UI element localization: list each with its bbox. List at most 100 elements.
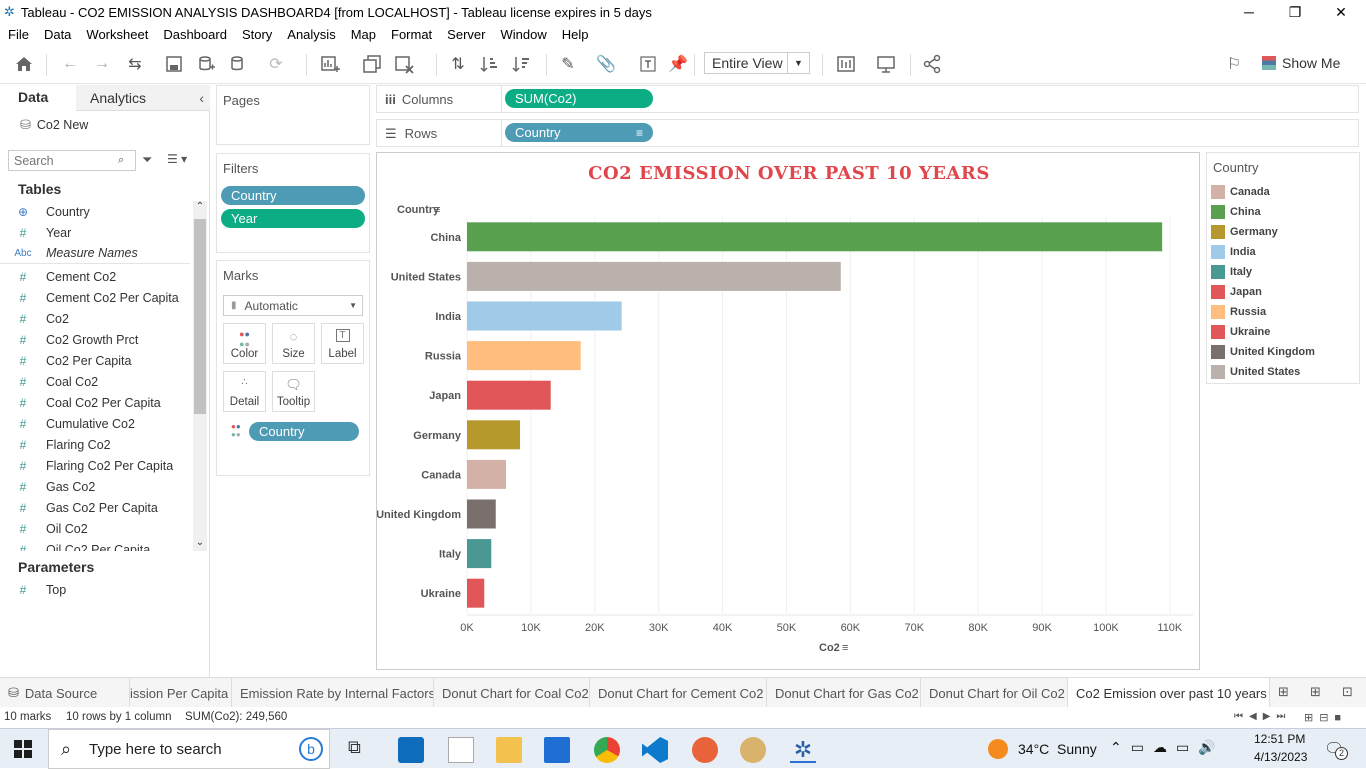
show-cards-icon[interactable]: [834, 52, 858, 76]
columns-shelf[interactable]: iii Columns SUM(Co2): [376, 85, 1359, 113]
sort-ascending-icon[interactable]: [478, 52, 502, 76]
new-worksheet-icon[interactable]: [318, 52, 342, 76]
mark-type-dropdown[interactable]: ▮ Automatic ▼: [223, 295, 363, 316]
menu-window[interactable]: Window: [492, 27, 553, 42]
swap-rows-columns-icon[interactable]: ⇅: [446, 52, 470, 76]
sheet-tab[interactable]: Donut Chart for Gas Co2: [767, 678, 921, 708]
sheet-tab[interactable]: ission Per Capita: [130, 678, 232, 708]
chrome-icon[interactable]: [594, 737, 620, 763]
fix-axes-icon[interactable]: 📌: [666, 52, 690, 76]
menu-data[interactable]: Data: [36, 27, 78, 42]
field-search[interactable]: ⌕: [8, 150, 136, 171]
vscode-icon[interactable]: [642, 737, 668, 763]
sheet-tab-active[interactable]: Co2 Emission over past 10 years: [1068, 678, 1270, 708]
menu-worksheet[interactable]: Worksheet: [78, 27, 155, 42]
y-tick-label[interactable]: Russia: [425, 351, 462, 363]
sheet-tab[interactable]: Emission Rate by Internal Factors: [232, 678, 434, 708]
bar-ukraine[interactable]: [467, 578, 485, 608]
legend-item-italy[interactable]: Italy: [1211, 264, 1252, 280]
menu-server[interactable]: Server: [439, 27, 492, 42]
new-dashboard-tab-icon[interactable]: ⊞: [1310, 684, 1321, 700]
scroll-thumb[interactable]: [194, 219, 206, 414]
x-axis-sort-icon[interactable]: ≡: [842, 642, 848, 654]
tab-data-source[interactable]: ⛁ Data Source: [0, 678, 130, 708]
field-measure-names[interactable]: Abc Measure Names: [0, 243, 190, 264]
field-coal-co2-per-capita[interactable]: # Coal Co2 Per Capita: [0, 392, 190, 413]
pages-shelf[interactable]: Pages: [216, 85, 370, 145]
weather-text[interactable]: 34°C Sunny: [1018, 741, 1097, 757]
restore-button[interactable]: ❐: [1272, 0, 1318, 24]
legend-item-russia[interactable]: Russia: [1211, 304, 1266, 320]
tab-data[interactable]: Data: [0, 85, 76, 111]
field-year[interactable]: # Year: [0, 222, 190, 243]
windows-start-icon[interactable]: [14, 740, 32, 761]
sort-descending-icon[interactable]: [510, 52, 534, 76]
field-cumulative-co2[interactable]: # Cumulative Co2: [0, 413, 190, 434]
menu-file[interactable]: File: [0, 27, 36, 42]
field-oil-co2[interactable]: # Oil Co2: [0, 518, 190, 539]
y-tick-label[interactable]: Italy: [439, 549, 462, 561]
filter-icon[interactable]: ⏷: [142, 152, 152, 168]
field-flaring-co2-per-capita[interactable]: # Flaring Co2 Per Capita: [0, 455, 190, 476]
presentation-mode-icon[interactable]: [874, 52, 898, 76]
collapse-icon[interactable]: ‹: [199, 90, 204, 106]
y-tick-label[interactable]: Canada: [421, 469, 462, 481]
fit-mode-dropdown[interactable]: Entire View ▼: [704, 52, 810, 74]
y-tick-label[interactable]: United States: [391, 271, 461, 283]
bar-germany[interactable]: [467, 420, 521, 450]
field-cement-co2[interactable]: # Cement Co2: [0, 266, 190, 287]
bar-canada[interactable]: [467, 459, 506, 489]
sheet-tab[interactable]: Donut Chart for Oil Co2: [921, 678, 1068, 708]
redo-icon[interactable]: →: [90, 52, 114, 76]
bar-united-kingdom[interactable]: [467, 499, 496, 529]
task-view-icon[interactable]: ⧉: [348, 737, 374, 763]
paint-icon[interactable]: [740, 737, 766, 763]
y-tick-label[interactable]: Ukraine: [421, 588, 461, 600]
y-tick-label[interactable]: China: [430, 232, 461, 244]
bar-japan[interactable]: [467, 380, 551, 410]
menu-map[interactable]: Map: [343, 27, 383, 42]
field-co2[interactable]: # Co2: [0, 308, 190, 329]
legend-item-united-kingdom[interactable]: United Kingdom: [1211, 344, 1315, 360]
menu-analysis[interactable]: Analysis: [279, 27, 342, 42]
field-search-input[interactable]: [14, 153, 118, 168]
field-flaring-co2[interactable]: # Flaring Co2: [0, 434, 190, 455]
field-country[interactable]: ⊕ Country: [0, 201, 190, 222]
view-options-icon[interactable]: ☰ ▾: [167, 152, 187, 166]
bar-russia[interactable]: [467, 341, 581, 371]
y-axis-sort-icon[interactable]: ≡: [434, 204, 440, 216]
field-oil-co2-per-capita[interactable]: # Oil Co2 Per Capita: [0, 539, 190, 552]
datasource-item[interactable]: ⛁ Co2 New: [20, 117, 88, 133]
refresh-icon[interactable]: ⟳: [264, 52, 288, 76]
field-gas-co2[interactable]: # Gas Co2: [0, 476, 190, 497]
size-button[interactable]: ◌ Size: [272, 323, 315, 364]
field-gas-co2-per-capita[interactable]: # Gas Co2 Per Capita: [0, 497, 190, 518]
legend-item-canada[interactable]: Canada: [1211, 184, 1270, 200]
clock-time[interactable]: 12:51 PM: [1254, 732, 1305, 746]
share-icon[interactable]: [920, 52, 944, 76]
minimize-button[interactable]: ─: [1226, 0, 1272, 24]
scroll-up-icon[interactable]: ⌃: [193, 201, 207, 215]
y-tick-label[interactable]: United Kingdom: [377, 509, 461, 521]
color-pill-country[interactable]: Country: [249, 422, 359, 441]
legend-item-ukraine[interactable]: Ukraine: [1211, 324, 1270, 340]
legend-item-germany[interactable]: Germany: [1211, 224, 1278, 240]
detail-button[interactable]: ∴ Detail: [223, 371, 266, 412]
field-co2-per-capita[interactable]: # Co2 Per Capita: [0, 350, 190, 371]
bar-china[interactable]: [467, 222, 1163, 252]
home-icon[interactable]: [12, 52, 36, 76]
field-coal-co2[interactable]: # Coal Co2: [0, 371, 190, 392]
taskbar-search[interactable]: ⌕ Type here to search b: [48, 729, 330, 769]
tab-analytics[interactable]: Analytics ‹: [76, 85, 210, 111]
new-datasource-icon[interactable]: [194, 52, 218, 76]
legend-item-united-states[interactable]: United States: [1211, 364, 1300, 380]
sheet-tab[interactable]: Donut Chart for Cement Co2: [590, 678, 767, 708]
pause-updates-icon[interactable]: [226, 52, 250, 76]
legend-item-india[interactable]: India: [1211, 244, 1256, 260]
filter-pill-year[interactable]: Year: [221, 209, 365, 228]
save-icon[interactable]: [162, 52, 186, 76]
y-tick-label[interactable]: Germany: [413, 430, 462, 442]
tooltip-button[interactable]: 🗨 Tooltip: [272, 371, 315, 412]
bar-italy[interactable]: [467, 539, 492, 569]
scroll-down-icon[interactable]: ⌄: [193, 537, 207, 551]
